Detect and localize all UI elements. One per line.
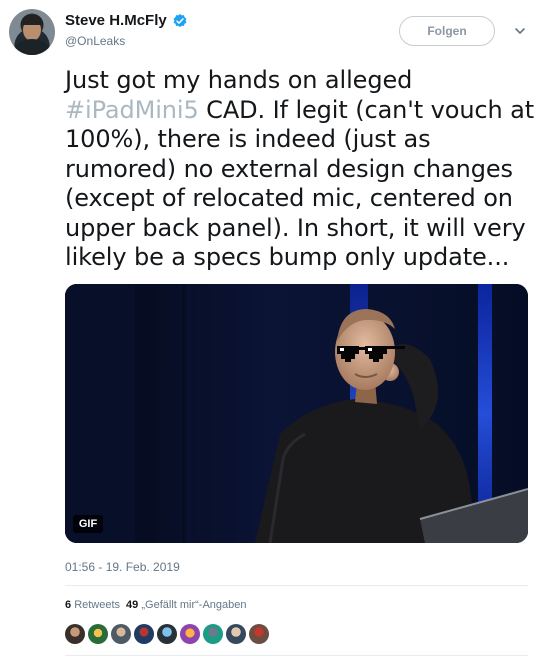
verified-badge-icon <box>173 13 187 27</box>
hashtag-link[interactable]: #iPadMini5 <box>65 96 199 124</box>
liker-avatar[interactable] <box>203 624 223 644</box>
likes-stat[interactable]: 49 „Gefällt mir“-Angaben <box>126 599 246 611</box>
author-name-row[interactable]: Steve H.McFly <box>65 12 188 29</box>
divider <box>65 585 528 586</box>
author-handle[interactable]: @OnLeaks <box>65 34 125 48</box>
liker-avatars <box>65 624 269 644</box>
engagement-stats: 6 Retweets 49 „Gefällt mir“-Angaben <box>65 599 247 611</box>
liker-avatar[interactable] <box>157 624 177 644</box>
retweets-label: Retweets <box>74 599 121 611</box>
liker-avatar[interactable] <box>65 624 85 644</box>
avatar-shirt <box>15 39 49 55</box>
tweet-card: Steve H.McFly @OnLeaks Folgen Just got m… <box>0 0 550 661</box>
retweets-stat[interactable]: 6 Retweets <box>65 599 120 611</box>
gif-badge: GIF <box>73 515 103 533</box>
author-display-name[interactable]: Steve H.McFly <box>65 12 167 29</box>
avatar-cap <box>21 15 43 25</box>
tweet-timestamp[interactable]: 01:56 - 19. Feb. 2019 <box>65 560 180 574</box>
divider <box>65 655 528 656</box>
liker-avatar[interactable] <box>134 624 154 644</box>
liker-avatar[interactable] <box>111 624 131 644</box>
tweet-text-part: Just got my hands on alleged <box>65 66 413 94</box>
gif-frame-image <box>65 284 528 543</box>
follow-button[interactable]: Folgen <box>399 16 495 46</box>
likes-label: „Gefällt mir“-Angaben <box>141 599 247 611</box>
liker-avatar[interactable] <box>88 624 108 644</box>
liker-avatar[interactable] <box>226 624 246 644</box>
retweets-count: 6 <box>65 599 72 611</box>
likes-count: 49 <box>126 599 139 611</box>
liker-avatar[interactable] <box>249 624 269 644</box>
gif-media[interactable]: GIF <box>65 284 528 543</box>
tweet-text: Just got my hands on alleged #iPadMini5 … <box>65 66 537 273</box>
chevron-down-icon[interactable] <box>513 24 527 38</box>
author-avatar[interactable] <box>9 9 55 55</box>
liker-avatar[interactable] <box>180 624 200 644</box>
